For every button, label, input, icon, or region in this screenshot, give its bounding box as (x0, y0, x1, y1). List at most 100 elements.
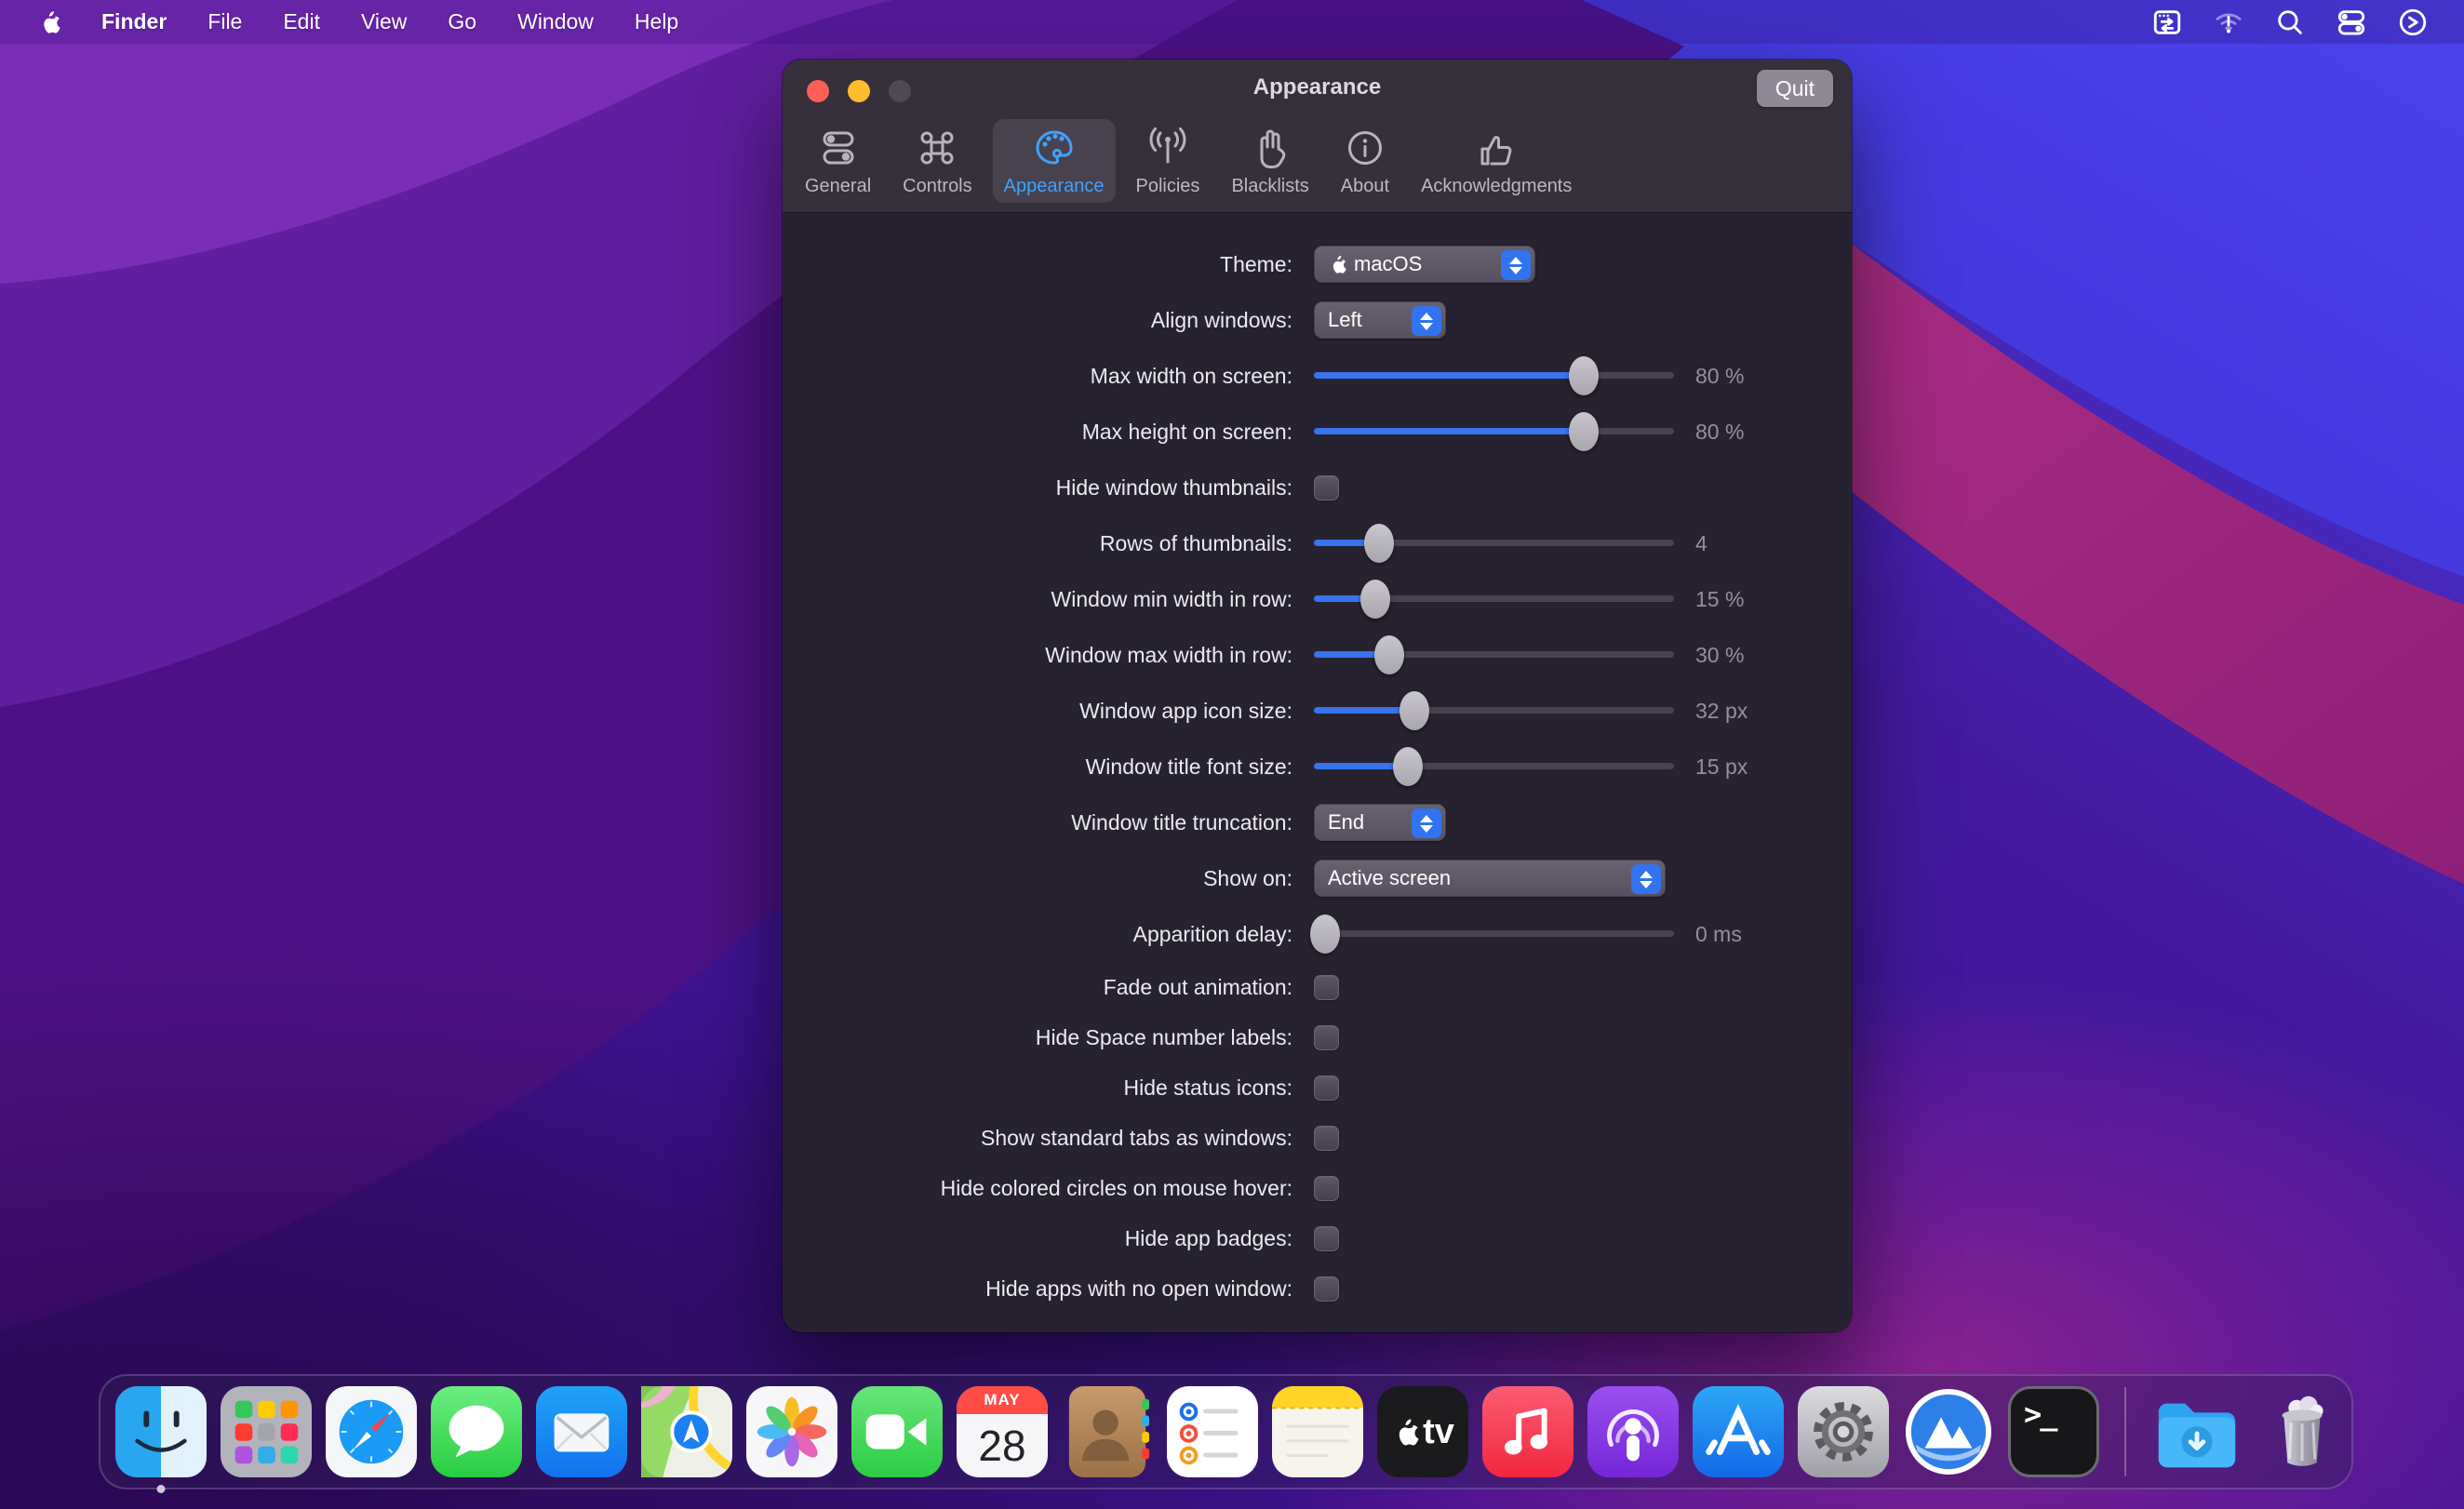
tab-policies[interactable]: Policies (1125, 119, 1212, 203)
max-height-slider[interactable] (1314, 411, 1674, 452)
tab-controls[interactable]: Controls (891, 119, 983, 203)
setting-label: Apparition delay: (783, 922, 1292, 947)
tab-appearance[interactable]: Appearance (993, 119, 1116, 203)
slider-thumb[interactable] (1360, 580, 1390, 619)
status-icons (2151, 7, 2429, 38)
spotlight-search-icon[interactable] (2274, 7, 2306, 38)
menu-view[interactable]: View (361, 9, 407, 34)
setting-label: Hide apps with no open window: (783, 1276, 1292, 1302)
menu-app-name[interactable]: Finder (101, 9, 167, 34)
dock-contacts[interactable] (1062, 1386, 1153, 1477)
dock-mail[interactable] (536, 1386, 627, 1477)
setting-label: Rows of thumbnails: (783, 531, 1292, 556)
dock-podcasts[interactable] (1587, 1386, 1679, 1477)
dock-maps[interactable] (641, 1386, 732, 1477)
hide-app-badges-checkbox[interactable] (1314, 1226, 1339, 1251)
minimize-button[interactable] (848, 80, 870, 102)
window-title-truncation-select[interactable]: End (1314, 804, 1446, 841)
window-max-width-slider[interactable] (1314, 634, 1674, 675)
setting-row-min-width-row: Window min width in row: 15 % (783, 571, 1852, 627)
dock-notes[interactable] (1272, 1386, 1363, 1477)
dock-safari[interactable] (326, 1386, 417, 1477)
setting-label: Align windows: (783, 308, 1292, 333)
setting-label: Window title font size: (783, 754, 1292, 780)
dock-reminders[interactable] (1167, 1386, 1258, 1477)
dock-tv[interactable]: tv (1377, 1386, 1468, 1477)
theme-select[interactable]: macOS (1314, 246, 1535, 283)
dock-system-preferences[interactable] (1798, 1386, 1889, 1477)
hide-space-number-labels-checkbox[interactable] (1314, 1025, 1339, 1050)
setting-label: Hide colored circles on mouse hover: (783, 1176, 1292, 1201)
title-bar[interactable]: Appearance Quit (783, 60, 1852, 115)
slider-thumb[interactable] (1364, 524, 1394, 563)
setting-value: 30 % (1695, 643, 1744, 668)
setting-label: Show standard tabs as windows: (783, 1126, 1292, 1151)
menu-file[interactable]: File (208, 9, 242, 34)
slider-thumb[interactable] (1393, 747, 1423, 786)
dock: MAY 28 (99, 1374, 2353, 1489)
traffic-lights (807, 80, 911, 102)
hide-colored-circles-checkbox[interactable] (1314, 1176, 1339, 1201)
dock-launchpad[interactable] (221, 1386, 312, 1477)
max-width-slider[interactable] (1314, 355, 1674, 396)
trash-icon (2256, 1386, 2348, 1477)
tab-label: Acknowledgments (1421, 176, 1572, 197)
setting-label: Hide status icons: (783, 1075, 1292, 1101)
dock-music[interactable] (1482, 1386, 1573, 1477)
window-title-font-size-slider[interactable] (1314, 746, 1674, 787)
setting-label: Max height on screen: (783, 420, 1292, 445)
dock-alttab[interactable] (1903, 1386, 1994, 1477)
close-button[interactable] (807, 80, 829, 102)
setting-row-app-icon-size: Window app icon size: 32 px (783, 683, 1852, 739)
align-windows-select[interactable]: Left (1314, 301, 1446, 339)
dock-trash[interactable] (2256, 1386, 2348, 1477)
slider-thumb[interactable] (1569, 412, 1599, 451)
dock-calendar[interactable]: MAY 28 (957, 1386, 1048, 1477)
hide-status-icons-checkbox[interactable] (1314, 1075, 1339, 1101)
tab-about[interactable]: About (1330, 119, 1400, 203)
rows-of-thumbnails-slider[interactable] (1314, 523, 1674, 564)
session-chevron-icon[interactable] (2397, 7, 2429, 38)
menu-help[interactable]: Help (635, 9, 678, 34)
slider-thumb[interactable] (1374, 635, 1404, 674)
select-value: Left (1328, 308, 1362, 332)
menu-window[interactable]: Window (517, 9, 594, 34)
dock-terminal[interactable]: >_ (2008, 1386, 2099, 1477)
apple-logo-icon (1328, 254, 1346, 274)
dock-photos[interactable] (746, 1386, 837, 1477)
window-app-icon-size-slider[interactable] (1314, 690, 1674, 731)
setting-label: Show on: (783, 866, 1292, 891)
window-min-width-slider[interactable] (1314, 579, 1674, 620)
slider-thumb[interactable] (1399, 691, 1429, 730)
menu-go[interactable]: Go (448, 9, 476, 34)
menu-edit[interactable]: Edit (283, 9, 320, 34)
tab-label: Blacklists (1231, 176, 1308, 197)
facetime-icon (851, 1386, 943, 1477)
setting-row-max-height: Max height on screen: 80 % (783, 404, 1852, 460)
hide-apps-no-window-checkbox[interactable] (1314, 1276, 1339, 1302)
tab-general[interactable]: General (794, 119, 882, 203)
control-center-icon[interactable] (2336, 7, 2367, 38)
fade-out-animation-checkbox[interactable] (1314, 975, 1339, 1000)
quit-button[interactable]: Quit (1757, 70, 1833, 107)
wifi-warning-icon[interactable] (2213, 7, 2244, 38)
apparition-delay-slider[interactable] (1314, 914, 1674, 955)
dock-finder[interactable] (115, 1386, 207, 1477)
hide-window-thumbnails-checkbox[interactable] (1314, 475, 1339, 501)
dock-appstore[interactable] (1693, 1386, 1784, 1477)
window-switcher-icon[interactable] (2151, 7, 2183, 38)
show-standard-tabs-checkbox[interactable] (1314, 1126, 1339, 1151)
slider-thumb[interactable] (1310, 915, 1340, 954)
hand-icon (1246, 127, 1294, 169)
zoom-button-disabled (889, 80, 911, 102)
tab-blacklists[interactable]: Blacklists (1220, 119, 1319, 203)
tab-acknowledgments[interactable]: Acknowledgments (1410, 119, 1583, 203)
terminal-prompt: >_ (2024, 1396, 2056, 1432)
dock-downloads[interactable] (2151, 1386, 2243, 1477)
dock-facetime[interactable] (851, 1386, 943, 1477)
dock-messages[interactable] (431, 1386, 522, 1477)
slider-thumb[interactable] (1569, 356, 1599, 395)
tab-label: About (1341, 176, 1389, 197)
show-on-select[interactable]: Active screen (1314, 860, 1666, 897)
apple-menu[interactable] (37, 8, 60, 35)
